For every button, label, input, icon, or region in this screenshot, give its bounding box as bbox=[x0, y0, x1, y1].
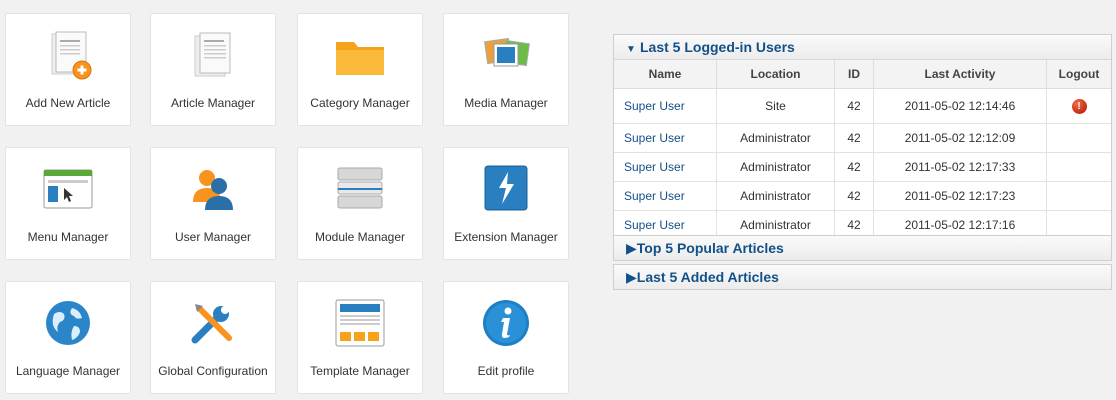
media-icon bbox=[478, 28, 534, 84]
column-header-id: ID bbox=[834, 60, 874, 89]
column-header-last-activity: Last Activity bbox=[873, 60, 1047, 89]
logout-cell: ! bbox=[1046, 88, 1111, 124]
quickicon-label: Language Manager bbox=[15, 364, 121, 378]
user-name-link[interactable]: Super User bbox=[614, 88, 717, 124]
quickicon-template-manager[interactable]: Template Manager bbox=[297, 281, 423, 394]
column-header-name: Name bbox=[614, 60, 717, 89]
triangle-right-icon: ▶ bbox=[626, 269, 637, 285]
table-row: Super User Administrator 42 2011-05-02 1… bbox=[614, 152, 1111, 182]
quickicon-edit-profile[interactable]: Edit profile bbox=[443, 281, 569, 394]
quickicons-grid: Add New Article Article Manager Category… bbox=[0, 0, 580, 400]
quickicon-module-manager[interactable]: Module Manager bbox=[297, 147, 423, 260]
user-last-activity: 2011-05-02 12:17:33 bbox=[873, 152, 1047, 182]
table-row: Super User Administrator 42 2011-05-02 1… bbox=[614, 123, 1111, 153]
template-icon bbox=[332, 296, 388, 352]
added-articles-panel-header[interactable]: ▶Last 5 Added Articles bbox=[613, 264, 1112, 290]
logout-cell bbox=[1046, 152, 1111, 182]
user-name-link[interactable]: Super User bbox=[614, 181, 717, 211]
extension-icon bbox=[478, 162, 534, 218]
quickicon-user-manager[interactable]: User Manager bbox=[150, 147, 276, 260]
table-row: Super User Site 42 2011-05-02 12:14:46 ! bbox=[614, 88, 1111, 124]
column-header-logout: Logout bbox=[1046, 60, 1111, 89]
user-last-activity: 2011-05-02 12:17:23 bbox=[873, 181, 1047, 211]
user-name-link[interactable]: Super User bbox=[614, 123, 717, 153]
quickicon-label: Article Manager bbox=[170, 96, 256, 110]
user-location: Administrator bbox=[716, 152, 835, 182]
table-row: Super User Administrator 42 2011-05-02 1… bbox=[614, 181, 1111, 211]
add-article-icon bbox=[40, 28, 96, 84]
quickicon-label: Module Manager bbox=[314, 230, 406, 244]
triangle-right-icon: ▶ bbox=[626, 240, 637, 256]
logged-users-panel-header[interactable]: ▼ Last 5 Logged-in Users bbox=[614, 35, 1111, 60]
user-name-link[interactable]: Super User bbox=[614, 152, 717, 182]
logout-icon[interactable]: ! bbox=[1071, 99, 1087, 114]
user-location: Site bbox=[716, 88, 835, 124]
quickicon-label: Global Configuration bbox=[158, 364, 268, 378]
user-id: 42 bbox=[834, 123, 874, 153]
quickicon-label: Category Manager bbox=[310, 96, 410, 110]
triangle-down-icon: ▼ bbox=[626, 44, 636, 55]
quickicon-menu-manager[interactable]: Menu Manager bbox=[5, 147, 131, 260]
logged-users-panel: ▼ Last 5 Logged-in Users Name Location ID… bbox=[613, 34, 1112, 241]
info-icon bbox=[478, 296, 534, 352]
quickicon-add-new-article[interactable]: Add New Article bbox=[5, 13, 131, 126]
quickicon-category-manager[interactable]: Category Manager bbox=[297, 13, 423, 126]
article-icon bbox=[185, 28, 241, 84]
users-icon bbox=[185, 162, 241, 218]
quickicon-global-configuration[interactable]: Global Configuration bbox=[150, 281, 276, 394]
popular-articles-panel-header[interactable]: ▶Top 5 Popular Articles bbox=[613, 235, 1112, 261]
menu-icon bbox=[40, 162, 96, 218]
quickicon-label: Template Manager bbox=[310, 364, 410, 378]
globe-icon bbox=[40, 296, 96, 352]
logged-users-table: Name Location ID Last Activity Logout Su… bbox=[614, 60, 1111, 240]
logout-cell bbox=[1046, 181, 1111, 211]
user-location: Administrator bbox=[716, 123, 835, 153]
panel-title: Top 5 Popular Articles bbox=[636, 240, 784, 256]
module-icon bbox=[332, 162, 388, 218]
quickicon-label: User Manager bbox=[174, 230, 252, 244]
quickicon-label: Menu Manager bbox=[27, 230, 109, 244]
panel-title: Last 5 Added Articles bbox=[636, 269, 779, 285]
user-id: 42 bbox=[834, 152, 874, 182]
user-location: Administrator bbox=[716, 181, 835, 211]
panel-title: Last 5 Logged-in Users bbox=[640, 39, 795, 55]
folder-icon bbox=[332, 28, 388, 84]
quickicon-label: Add New Article bbox=[25, 96, 111, 110]
user-id: 42 bbox=[834, 181, 874, 211]
quickicon-article-manager[interactable]: Article Manager bbox=[150, 13, 276, 126]
user-id: 42 bbox=[834, 88, 874, 124]
quickicon-label: Extension Manager bbox=[454, 230, 558, 244]
user-last-activity: 2011-05-02 12:12:09 bbox=[873, 123, 1047, 153]
quickicon-label: Media Manager bbox=[464, 96, 548, 110]
logout-cell bbox=[1046, 123, 1111, 153]
user-last-activity: 2011-05-02 12:14:46 bbox=[873, 88, 1047, 124]
quickicon-language-manager[interactable]: Language Manager bbox=[5, 281, 131, 394]
quickicon-media-manager[interactable]: Media Manager bbox=[443, 13, 569, 126]
column-header-location: Location bbox=[716, 60, 835, 89]
tools-icon bbox=[185, 296, 241, 352]
quickicon-label: Edit profile bbox=[477, 364, 535, 378]
quickicon-extension-manager[interactable]: Extension Manager bbox=[443, 147, 569, 260]
